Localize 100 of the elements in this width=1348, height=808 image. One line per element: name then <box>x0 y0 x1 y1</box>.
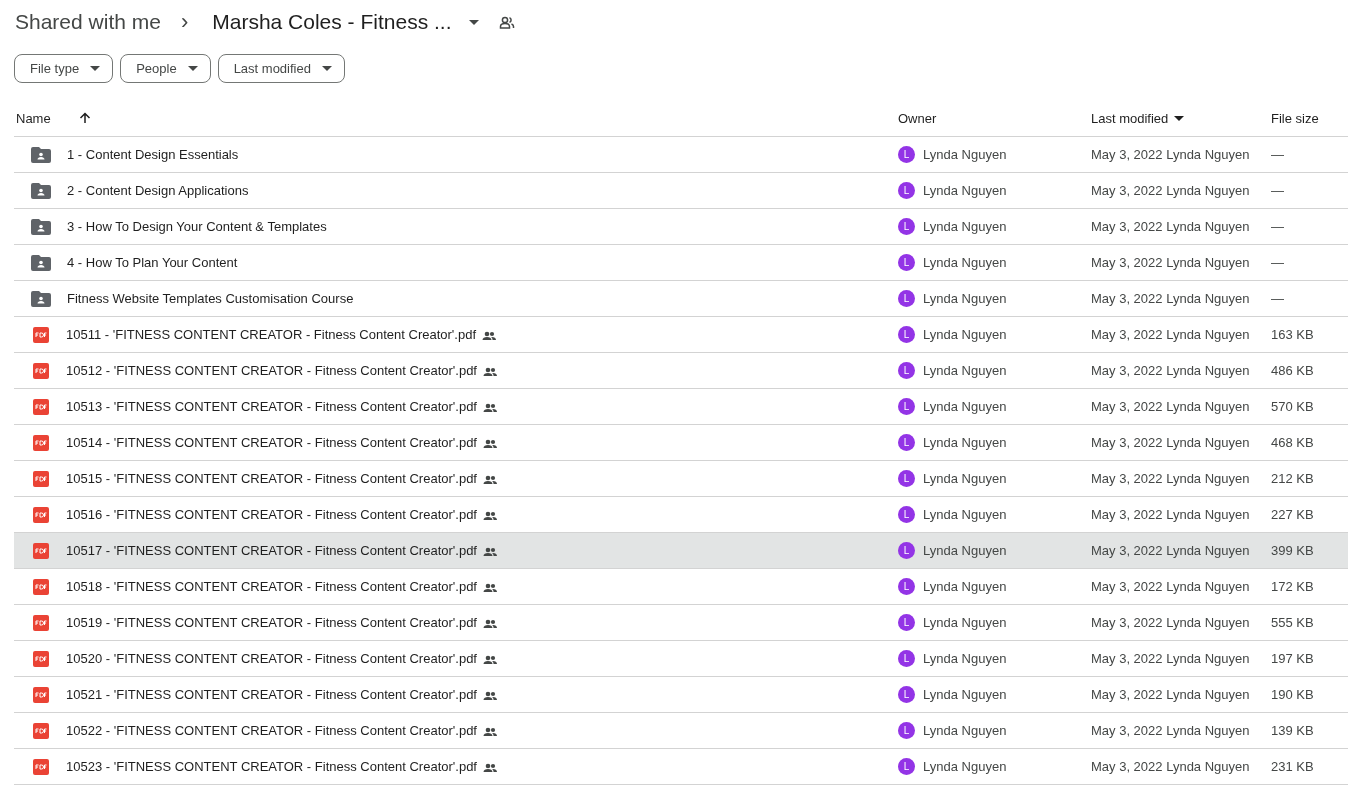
pdf-file-icon <box>33 650 49 667</box>
file-size: 172 KB <box>1271 579 1314 594</box>
owner-name: Lynda Nguyen <box>923 183 1007 198</box>
owner-name: Lynda Nguyen <box>923 327 1007 342</box>
file-size: — <box>1271 147 1284 162</box>
owner-name: Lynda Nguyen <box>923 399 1007 414</box>
file-name: 10511 - 'FITNESS CONTENT CREATOR - Fitness Content Creator'.pdf <box>66 327 476 342</box>
file-name: 10521 - 'FITNESS CONTENT CREATOR - Fitness Content Creator'.pdf <box>66 687 477 702</box>
file-name: 1 - Content Design Essentials <box>67 147 239 162</box>
column-header[interactable]: File size <box>1271 110 1348 126</box>
modified-date: May 3, 2022 Lynda Nguyen <box>1091 687 1250 702</box>
filter-button[interactable]: People <box>120 54 211 83</box>
owner-avatar: L <box>898 290 915 307</box>
file-size: 231 KB <box>1271 759 1314 774</box>
file-name: 3 - How To Design Your Content & Templates <box>67 219 327 234</box>
file-row[interactable]: 10522 - 'FITNESS CONTENT CREATOR - Fitness Content Creator'.pdf L Lynda Nguyen May 3, 2022 Lynda Nguyen 139 KB <box>14 713 1348 749</box>
file-size: 555 KB <box>1271 615 1314 630</box>
owner-avatar: L <box>898 722 915 739</box>
file-row[interactable]: 10511 - 'FITNESS CONTENT CREATOR - Fitness Content Creator'.pdf L Lynda Nguyen May 3, 2022 Lynda Nguyen 163 KB <box>14 317 1348 353</box>
modified-date: May 3, 2022 Lynda Nguyen <box>1091 291 1250 306</box>
owner-avatar: L <box>898 182 915 199</box>
file-size: 227 KB <box>1271 507 1314 522</box>
owner-avatar: L <box>898 398 915 415</box>
file-row[interactable]: 10514 - 'FITNESS CONTENT CREATOR - Fitness Content Creator'.pdf L Lynda Nguyen May 3, 2022 Lynda Nguyen 468 KB <box>14 425 1348 461</box>
file-row[interactable]: 10512 - 'FITNESS CONTENT CREATOR - Fitness Content Creator'.pdf L Lynda Nguyen May 3, 2022 Lynda Nguyen 486 KB <box>14 353 1348 389</box>
pdf-file-icon <box>33 614 49 631</box>
owner-avatar: L <box>898 146 915 163</box>
file-size: 163 KB <box>1271 327 1314 342</box>
modified-date: May 3, 2022 Lynda Nguyen <box>1091 363 1250 378</box>
shared-folder-icon <box>31 254 51 271</box>
modified-date: May 3, 2022 Lynda Nguyen <box>1091 759 1250 774</box>
modified-date: May 3, 2022 Lynda Nguyen <box>1091 147 1250 162</box>
pdf-file-icon <box>33 542 49 559</box>
owner-name: Lynda Nguyen <box>923 615 1007 630</box>
modified-date: May 3, 2022 Lynda Nguyen <box>1091 255 1250 270</box>
file-row[interactable]: 10515 - 'FITNESS CONTENT CREATOR - Fitness Content Creator'.pdf L Lynda Nguyen May 3, 2022 Lynda Nguyen 212 KB <box>14 461 1348 497</box>
pdf-file-icon <box>33 506 49 523</box>
pdf-file-icon <box>33 398 49 415</box>
pdf-file-icon <box>33 722 49 739</box>
file-size: 139 KB <box>1271 723 1314 738</box>
caret-icon <box>321 66 332 71</box>
filter-button[interactable]: Last modified <box>217 54 345 83</box>
file-size: 190 KB <box>1271 687 1314 702</box>
file-row[interactable]: 10518 - 'FITNESS CONTENT CREATOR - Fitness Content Creator'.pdf L Lynda Nguyen May 3, 2022 Lynda Nguyen 172 KB <box>14 569 1348 605</box>
file-row[interactable]: 10517 - 'FITNESS CONTENT CREATOR - Fitness Content Creator'.pdf L Lynda Nguyen May 3, 2022 Lynda Nguyen 399 KB <box>14 533 1348 569</box>
file-row[interactable]: 1 - Content Design Essentials L Lynda Nguyen May 3, 2022 Lynda Nguyen — <box>14 137 1348 173</box>
file-row[interactable]: 4 - How To Plan Your Content L Lynda Nguyen May 3, 2022 Lynda Nguyen — <box>14 245 1348 281</box>
pdf-file-icon <box>33 362 49 379</box>
file-row[interactable]: 10521 - 'FITNESS CONTENT CREATOR - Fitness Content Creator'.pdf L Lynda Nguyen May 3, 2022 Lynda Nguyen 190 KB <box>14 677 1348 713</box>
column-header[interactable]: Name <box>14 110 898 126</box>
modified-date: May 3, 2022 Lynda Nguyen <box>1091 507 1250 522</box>
file-row[interactable]: 10523 - 'FITNESS CONTENT CREATOR - Fitness Content Creator'.pdf L Lynda Nguyen May 3, 2022 Lynda Nguyen 231 KB <box>14 749 1348 785</box>
shared-folder-icon <box>31 290 51 307</box>
caret-icon <box>187 66 198 71</box>
modified-date: May 3, 2022 Lynda Nguyen <box>1091 435 1250 450</box>
file-row[interactable]: 10520 - 'FITNESS CONTENT CREATOR - Fitness Content Creator'.pdf L Lynda Nguyen May 3, 2022 Lynda Nguyen 197 KB <box>14 641 1348 677</box>
owner-avatar: L <box>898 542 915 559</box>
modified-date: May 3, 2022 Lynda Nguyen <box>1091 615 1250 630</box>
file-name: 10512 - 'FITNESS CONTENT CREATOR - Fitness Content Creator'.pdf <box>66 363 477 378</box>
owner-name: Lynda Nguyen <box>923 507 1007 522</box>
breadcrumb-link[interactable]: Shared with me <box>14 10 161 34</box>
file-row[interactable]: 2 - Content Design Applications L Lynda Nguyen May 3, 2022 Lynda Nguyen — <box>14 173 1348 209</box>
breadcrumb-separator: › <box>180 9 189 35</box>
file-name: 10520 - 'FITNESS CONTENT CREATOR - Fitness Content Creator'.pdf <box>66 651 477 666</box>
column-header[interactable]: Last modified <box>1091 110 1271 126</box>
file-row[interactable]: 10519 - 'FITNESS CONTENT CREATOR - Fitness Content Creator'.pdf L Lynda Nguyen May 3, 2022 Lynda Nguyen 555 KB <box>14 605 1348 641</box>
column-header[interactable]: Owner <box>898 110 1091 126</box>
owner-name: Lynda Nguyen <box>923 291 1007 306</box>
modified-date: May 3, 2022 Lynda Nguyen <box>1091 651 1250 666</box>
owner-avatar: L <box>898 614 915 631</box>
file-size: — <box>1271 183 1284 198</box>
owner-avatar: L <box>898 326 915 343</box>
shared-folder-icon <box>31 218 51 235</box>
modified-date: May 3, 2022 Lynda Nguyen <box>1091 543 1250 558</box>
owner-name: Lynda Nguyen <box>923 471 1007 486</box>
owner-name: Lynda Nguyen <box>923 759 1007 774</box>
folder-title-button[interactable]: Marsha Coles - Fitness ... <box>210 10 482 34</box>
file-name: 10513 - 'FITNESS CONTENT CREATOR - Fitness Content Creator'.pdf <box>66 399 477 414</box>
owner-name: Lynda Nguyen <box>923 723 1007 738</box>
file-row[interactable]: 10513 - 'FITNESS CONTENT CREATOR - Fitness Content Creator'.pdf L Lynda Nguyen May 3, 2022 Lynda Nguyen 570 KB <box>14 389 1348 425</box>
owner-avatar: L <box>898 506 915 523</box>
pdf-file-icon <box>33 470 49 487</box>
file-name: 10515 - 'FITNESS CONTENT CREATOR - Fitness Content Creator'.pdf <box>66 471 477 486</box>
pdf-file-icon <box>33 686 49 703</box>
shared-folder-icon <box>31 182 51 199</box>
file-row[interactable]: 3 - How To Design Your Content & Templates L Lynda Nguyen May 3, 2022 Lynda Nguyen — <box>14 209 1348 245</box>
file-size: 399 KB <box>1271 543 1314 558</box>
filter-button[interactable]: File type <box>14 54 114 83</box>
modified-date: May 3, 2022 Lynda Nguyen <box>1091 399 1250 414</box>
caret-icon <box>90 66 101 71</box>
file-name: 10519 - 'FITNESS CONTENT CREATOR - Fitness Content Creator'.pdf <box>66 615 477 630</box>
file-row[interactable]: Fitness Website Templates Customisation Course L Lynda Nguyen May 3, 2022 Lynda Nguyen — <box>14 281 1348 317</box>
file-name: Fitness Website Templates Customisation Course <box>67 291 354 306</box>
owner-avatar: L <box>898 470 915 487</box>
owner-name: Lynda Nguyen <box>923 147 1007 162</box>
shared-folder-icon <box>31 146 51 163</box>
owner-name: Lynda Nguyen <box>923 687 1007 702</box>
file-size: 468 KB <box>1271 435 1314 450</box>
file-size: 197 KB <box>1271 651 1314 666</box>
file-name: 10517 - 'FITNESS CONTENT CREATOR - Fitness Content Creator'.pdf <box>66 543 477 558</box>
